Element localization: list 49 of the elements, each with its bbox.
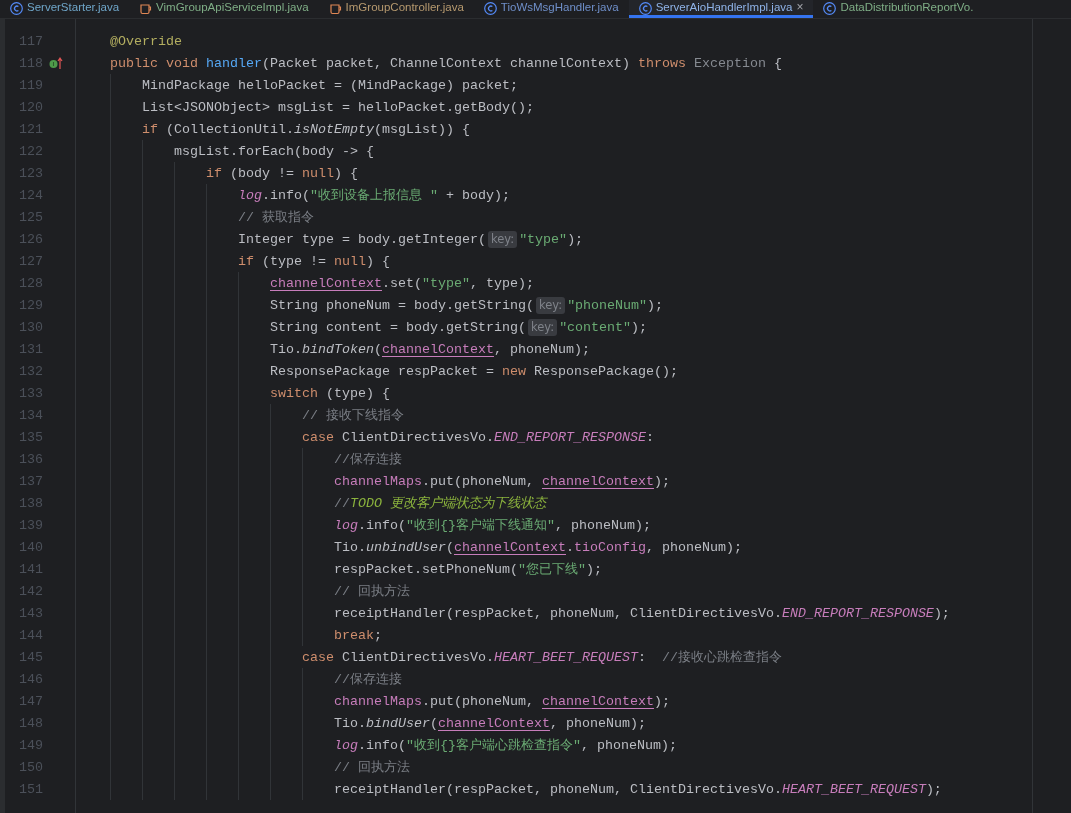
implements-marker-icon[interactable] bbox=[49, 56, 63, 70]
code-line: String phoneNum = body.getString( key: "phoneNum"); bbox=[270, 295, 664, 316]
code-line: // 接收下线指令 bbox=[302, 407, 404, 425]
code-line: case ClientDirectivesVo.HEART_BEET_REQUEST: //接收心跳检查指令 bbox=[302, 648, 782, 667]
code-line: //TODO 更改客户端状态为下线状态 bbox=[334, 494, 546, 513]
code-line: public void handler(Packet packet, ChannelContext channelContext) throws Exception { bbox=[110, 54, 782, 73]
code-line: if (CollectionUtil.isNotEmpty(msgList)) { bbox=[142, 120, 470, 139]
code-line: if (body != null) { bbox=[206, 164, 358, 183]
class-icon bbox=[483, 2, 497, 15]
code-line: log.info("收到设备上报信息 " + body); bbox=[238, 186, 510, 205]
class-icon bbox=[823, 2, 837, 15]
cup-icon bbox=[328, 2, 342, 15]
editor-tab[interactable]: DataDistributionReportVo. bbox=[813, 0, 984, 18]
editor-tab[interactable]: ServerAioHandlerImpl.java × bbox=[628, 0, 814, 18]
code-line: case ClientDirectivesVo.END_REPORT_RESPONSE: bbox=[302, 428, 654, 447]
editor-tab[interactable]: VimGroupApiServiceImpl.java bbox=[129, 0, 319, 18]
code-line: channelContext.set("type", type); bbox=[270, 274, 534, 293]
code-line: channelMaps.put(phoneNum, channelContext); bbox=[334, 472, 670, 491]
code-line: Tio.unbindUser(channelContext.tioConfig, phoneNum); bbox=[334, 538, 742, 557]
code-line: log.info("收到{}客户端下线通知", phoneNum); bbox=[334, 516, 651, 535]
editor-tab[interactable]: ImGroupController.java bbox=[318, 0, 474, 18]
code-line: ResponsePackage respPacket = new ResponsePackage(); bbox=[270, 362, 678, 381]
editor-tab[interactable]: TioWsMsgHandler.java bbox=[473, 0, 629, 18]
code-line: break; bbox=[334, 626, 382, 645]
code-line: log.info("收到{}客户端心跳检查指令", phoneNum); bbox=[334, 736, 677, 755]
class-icon bbox=[10, 2, 23, 15]
code-line: //保存连接 bbox=[334, 451, 402, 469]
code-line: msgList.forEach(body -> { bbox=[174, 142, 374, 161]
editor-tab[interactable]: ServerStarter.java bbox=[0, 0, 130, 18]
code-line: Integer type = body.getInteger( key: "type"); bbox=[238, 229, 584, 250]
code-line: MindPackage helloPacket = (MindPackage) packet; bbox=[142, 76, 518, 95]
code-line: //保存连接 bbox=[334, 671, 402, 689]
code-line: switch (type) { bbox=[270, 384, 390, 403]
code-line: receiptHandler(respPacket, phoneNum, ClientDirectivesVo.HEART_BEET_REQUEST); bbox=[334, 780, 942, 799]
code-line: List<JSONObject> msgList = helloPacket.getBody(); bbox=[142, 98, 534, 117]
code-line: Tio.bindToken(channelContext, phoneNum); bbox=[270, 340, 590, 359]
code-line: // 回执方法 bbox=[334, 759, 410, 777]
cup-icon bbox=[139, 2, 153, 15]
code-line: // 获取指令 bbox=[238, 209, 314, 227]
code-line: if (type != null) { bbox=[238, 252, 390, 271]
code-line: receiptHandler(respPacket, phoneNum, ClientDirectivesVo.END_REPORT_RESPONSE); bbox=[334, 604, 950, 623]
close-icon[interactable]: × bbox=[796, 0, 804, 15]
code-line: channelMaps.put(phoneNum, channelContext); bbox=[334, 692, 670, 711]
code-line: respPacket.setPhoneNum("您已下线"); bbox=[334, 560, 602, 579]
code-line: // 回执方法 bbox=[334, 583, 410, 601]
code-line: @Override bbox=[110, 32, 182, 51]
class-icon bbox=[638, 2, 652, 15]
code-line: String content = body.getString( key: "content"); bbox=[270, 317, 648, 338]
code-line: Tio.bindUser(channelContext, phoneNum); bbox=[334, 714, 646, 733]
